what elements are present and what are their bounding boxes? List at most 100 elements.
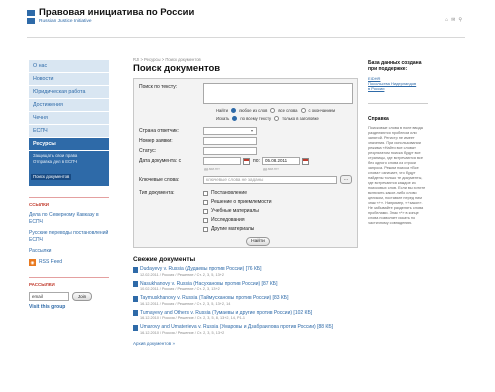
scope-title-radio[interactable]: [274, 116, 280, 121]
rss-label: RSS Feed: [39, 259, 63, 265]
visit-group-link[interactable]: Visit this group: [29, 304, 109, 310]
main-nav: О нас Новости Юридическая работа Достиже…: [29, 60, 109, 151]
document-meta: 16.12.2010 / Россия / Решение / Ст. 2, 3…: [140, 330, 225, 335]
checkbox[interactable]: [203, 208, 208, 214]
scope-full-label: по всему тексту: [240, 116, 272, 121]
doctype-label: Тип документа:: [139, 190, 175, 196]
nav-item-about[interactable]: О нас: [29, 60, 109, 73]
nav-item-echr[interactable]: ЕСПЧ: [29, 125, 109, 138]
support-links: EIDHR Посольства Нидерландов в России: [368, 76, 428, 91]
calendar-to-icon[interactable]: [302, 158, 309, 165]
link-mailings[interactable]: Рассылки: [29, 248, 109, 255]
document-item: Tumayevy and Others v. Russia (Тумаевы и…: [133, 310, 358, 322]
respondent-select[interactable]: ▾: [203, 127, 257, 135]
nav-item-resources[interactable]: Ресурсы: [29, 138, 109, 151]
app-number-field[interactable]: [203, 137, 257, 145]
match-all-label: все слова: [278, 108, 298, 113]
link-north-caucasus-cases[interactable]: Дела по Северному Кавказу в ЕСПЧ: [29, 212, 109, 225]
rss-link[interactable]: ◉ RSS Feed: [29, 258, 109, 266]
right-divider: [368, 103, 428, 104]
document-link[interactable]: Taymuskhanovy v. Russia (Таймусхановы пр…: [140, 295, 288, 302]
doctype-judgment-label: Постановление: [211, 190, 248, 196]
site-subtitle: Russian Justice Initiative: [39, 19, 92, 24]
keywords-picker-button[interactable]: ...: [340, 175, 352, 184]
document-icon: [133, 324, 138, 331]
match-ending-radio[interactable]: [300, 108, 306, 113]
doctype-training-label: Учебные материалы: [211, 208, 259, 214]
document-meta: 10.02.2011 / Россия / Решение / Ст. 2, 3…: [140, 287, 220, 291]
search-icon[interactable]: ⚲: [458, 17, 465, 23]
scope-label: Искать: [216, 116, 230, 121]
date-from-field[interactable]: [203, 157, 241, 165]
match-mode-row: Найти любое из слов все слова с окончани…: [216, 108, 335, 113]
match-label: Найти: [216, 108, 228, 113]
scope-row: Искать по всему тексту только в заголовк…: [216, 116, 319, 121]
doctype-other-label: Другие материалы: [211, 226, 255, 232]
document-icon: [133, 281, 138, 287]
text-search-label: Поиск по тексту:: [139, 84, 178, 90]
calendar-from-icon[interactable]: [243, 158, 250, 165]
date-to-field[interactable]: 05.08.2011: [262, 157, 300, 165]
nav-item-achievements[interactable]: Достижения: [29, 99, 109, 112]
match-any-radio[interactable]: [230, 108, 236, 113]
archive-link[interactable]: Архив документов »: [133, 341, 358, 346]
recent-documents-title: Свежие документы: [133, 256, 196, 263]
subnav-item-document-search[interactable]: Поиск документов: [31, 174, 72, 180]
match-any-label: любое из слов: [238, 108, 268, 113]
document-icon: [133, 295, 138, 302]
doctype-research-label: Исследования: [211, 217, 245, 223]
breadcrumb[interactable]: RJI > Ресурсы > Поиск документов: [133, 57, 358, 62]
search-submit-button[interactable]: Найти: [246, 237, 270, 246]
document-link[interactable]: Dudayevy v. Russia (Дудаевы против Росси…: [140, 266, 262, 273]
document-icon: [133, 310, 138, 316]
subscribe-block: РАССЫЛКИ email Join Visit this group: [29, 276, 109, 310]
checkbox[interactable]: [203, 199, 208, 205]
status-field[interactable]: [203, 147, 257, 155]
logo-icon-lower: [27, 18, 35, 24]
doctype-other[interactable]: Другие материалы: [203, 226, 254, 232]
scope-full-radio[interactable]: [232, 116, 238, 121]
chevron-down-icon: ▾: [250, 128, 253, 133]
header-divider: [27, 37, 465, 38]
match-all-radio[interactable]: [270, 108, 276, 113]
nav-item-chechnya[interactable]: Чечня: [29, 112, 109, 125]
rss-icon: ◉: [29, 258, 36, 266]
match-ending-label: с окончанием: [308, 108, 335, 113]
subscribe-email-input[interactable]: email: [29, 291, 69, 301]
checkbox[interactable]: [203, 217, 208, 223]
doctype-research[interactable]: Исследования: [203, 217, 245, 223]
status-label: Статус:: [139, 148, 157, 154]
scope-title-label: только в заголовке: [282, 116, 319, 121]
subscribe-row: email Join: [29, 291, 109, 301]
sub-nav: Защищать свои права Отправка дел в ЕСПЧ …: [29, 151, 109, 186]
keywords-field[interactable]: ключевые слова не заданы: [203, 176, 337, 184]
subscribe-join-button[interactable]: Join: [72, 291, 92, 301]
search-form: Поиск по тексту: Найти любое из слов все…: [133, 78, 358, 248]
links-heading: ССЫЛКИ: [29, 202, 50, 207]
support-link-embassy-russia[interactable]: в России: [368, 86, 428, 91]
doctype-admissibility-label: Решение о приемлемости: [211, 199, 272, 205]
doctype-admissibility[interactable]: Решение о приемлемости: [203, 199, 272, 205]
links-block: ССЫЛКИ Дела по Северному Кавказу в ЕСПЧ …: [29, 197, 109, 266]
nav-item-legal-work[interactable]: Юридическая работа: [29, 86, 109, 99]
help-text: Поисковые слова в поле ввода разделяются…: [368, 126, 426, 225]
respondent-label: Страна ответчик:: [139, 128, 179, 134]
doctype-training[interactable]: Учебные материалы: [203, 208, 259, 214]
page: Правовая инициатива по России Russian Ju…: [0, 0, 495, 392]
nav-item-news[interactable]: Новости: [29, 73, 109, 86]
text-search-field[interactable]: [203, 83, 353, 104]
date-from-label: Дата документа: с: [139, 158, 182, 164]
help-heading: Справка: [368, 116, 389, 122]
date-from-hint: дд.мм.гггг: [204, 167, 220, 171]
site-title[interactable]: Правовая инициатива по России: [39, 7, 194, 18]
checkbox[interactable]: [203, 226, 208, 232]
document-item: Umarovy and Umaterieva v. Russia (Умаров…: [133, 324, 358, 336]
document-link[interactable]: Umarovy and Umaterieva v. Russia (Умаров…: [140, 324, 333, 331]
app-number-label: Номер заявки:: [139, 138, 173, 144]
subnav-item-submit-cases[interactable]: Отправка дел в ЕСПЧ: [33, 159, 105, 165]
checkbox[interactable]: [203, 190, 208, 196]
date-to-hint: дд.мм.гггг: [263, 167, 279, 171]
document-meta: 16.12.2011 / Россия / Решение / Ст. 2, 3…: [140, 301, 231, 306]
doctype-judgment[interactable]: Постановление: [203, 190, 247, 196]
link-russian-translations[interactable]: Русские переводы постановлений ЕСПЧ: [29, 230, 109, 243]
